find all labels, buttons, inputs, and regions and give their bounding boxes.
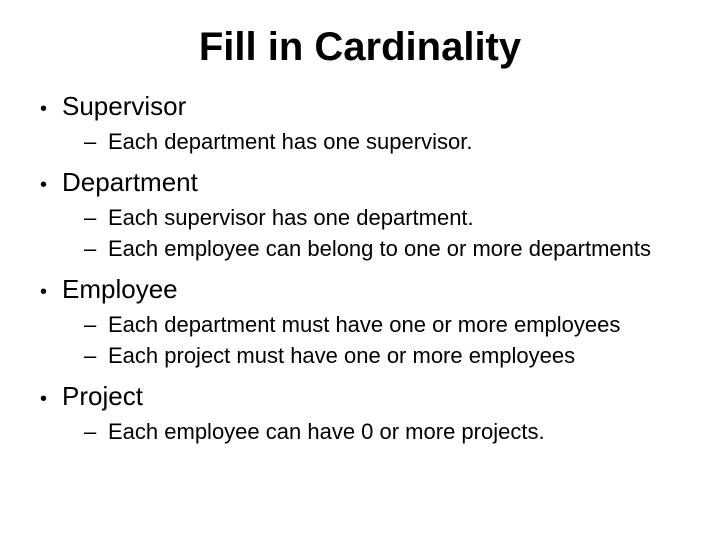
- bullet-list: • Supervisor – Each department has one s…: [40, 90, 690, 447]
- dash-icon: –: [84, 342, 108, 371]
- item-label: Department: [62, 166, 198, 200]
- sub-item-text: Each project must have one or more emplo…: [108, 342, 575, 371]
- sub-item-text: Each employee can belong to one or more …: [108, 235, 651, 264]
- slide: Fill in Cardinality • Supervisor – Each …: [0, 0, 720, 540]
- list-item: • Employee – Each department must have o…: [40, 273, 690, 370]
- dash-icon: –: [84, 128, 108, 157]
- sub-list-item: – Each employee can have 0 or more proje…: [84, 418, 690, 447]
- sub-list-item: – Each department must have one or more …: [84, 311, 690, 340]
- sub-list-item: – Each supervisor has one department.: [84, 204, 690, 233]
- bullet-icon: •: [40, 282, 62, 302]
- item-label: Employee: [62, 273, 178, 307]
- sub-item-text: Each department has one supervisor.: [108, 128, 472, 157]
- bullet-icon: •: [40, 389, 62, 409]
- dash-icon: –: [84, 204, 108, 233]
- sub-list: – Each supervisor has one department. – …: [84, 204, 690, 263]
- bullet-icon: •: [40, 99, 62, 119]
- sub-list-item: – Each department has one supervisor.: [84, 128, 690, 157]
- list-item: • Project – Each employee can have 0 or …: [40, 380, 690, 446]
- sub-item-text: Each supervisor has one department.: [108, 204, 474, 233]
- sub-list: – Each department has one supervisor.: [84, 128, 690, 157]
- dash-icon: –: [84, 235, 108, 264]
- sub-list-item: – Each employee can belong to one or mor…: [84, 235, 690, 264]
- bullet-icon: •: [40, 175, 62, 195]
- dash-icon: –: [84, 311, 108, 340]
- list-item: • Department – Each supervisor has one d…: [40, 166, 690, 263]
- sub-list-item: – Each project must have one or more emp…: [84, 342, 690, 371]
- item-label: Supervisor: [62, 90, 186, 124]
- dash-icon: –: [84, 418, 108, 447]
- sub-item-text: Each department must have one or more em…: [108, 311, 620, 340]
- sub-list: – Each employee can have 0 or more proje…: [84, 418, 690, 447]
- sub-item-text: Each employee can have 0 or more project…: [108, 418, 545, 447]
- list-item: • Supervisor – Each department has one s…: [40, 90, 690, 156]
- sub-list: – Each department must have one or more …: [84, 311, 690, 370]
- slide-title: Fill in Cardinality: [30, 25, 690, 70]
- item-label: Project: [62, 380, 143, 414]
